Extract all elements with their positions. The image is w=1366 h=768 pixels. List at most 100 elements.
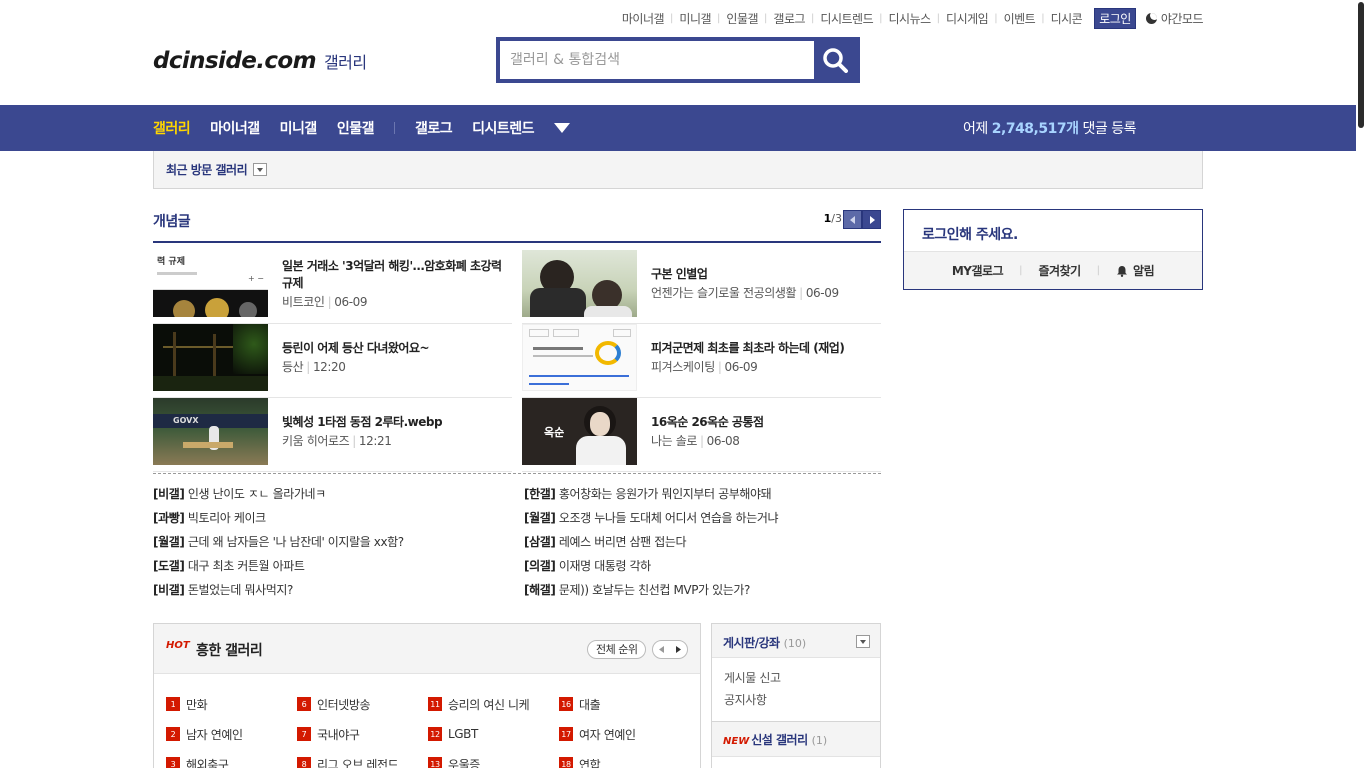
util-link-mini[interactable]: 미니갤 xyxy=(679,10,711,27)
concept-card[interactable]: GOVX 빛혜성 1타점 동점 2루타.webp 키움 히어로즈 | 12:21 xyxy=(153,398,512,472)
nav-more-icon[interactable] xyxy=(554,123,570,133)
list-item[interactable]: [과빵] 빅토리아 케이크 xyxy=(153,509,524,527)
notifications-label: 알림 xyxy=(1133,264,1155,278)
util-link-person[interactable]: 인물갤 xyxy=(726,10,758,27)
hot-gallery-item[interactable]: 3 해외축구 xyxy=(166,756,297,768)
hot-gallery-item[interactable]: 12 LGBT xyxy=(428,726,559,742)
login-button[interactable]: 로그인 xyxy=(1094,7,1136,29)
post-gallery: 비트코인 xyxy=(282,294,325,309)
utility-bar: 마이너갤 | 미니갤 | 인물갤 | 갤로그 | 디시트렌드 | 디시뉴스 | 디시게임 | … xyxy=(0,7,1204,29)
list-item[interactable]: [월갤] 오조갱 누나들 도대체 어디서 연습을 하는거냐 xyxy=(524,509,881,527)
hot-gallery-item[interactable]: 16 대출 xyxy=(559,696,690,712)
hot-gallery-item[interactable]: 18 연합 xyxy=(559,756,690,768)
post-title: 일본 거래소 '3억달러 해킹'…암호화폐 초강력 규제 xyxy=(282,258,502,290)
thumb-caption: 력 규제 xyxy=(157,257,185,267)
list-item[interactable]: [한갤] 홍어창화는 응원가가 뭐인지부터 공부해야돼 xyxy=(524,485,881,503)
page-scrollbar[interactable] xyxy=(1356,0,1366,768)
separator: | xyxy=(670,12,674,24)
list-item[interactable]: [비갤] 인생 난이도 ㅈㄴ 올라가네ㅋ xyxy=(153,485,524,503)
my-gallog-link[interactable]: MY갤로그 xyxy=(952,262,1004,279)
board-dropdown-button[interactable] xyxy=(856,635,870,648)
hot-next-button[interactable] xyxy=(670,641,687,658)
list-item[interactable]: [의갤] 이재명 대통령 각하 xyxy=(524,557,881,575)
separator: | xyxy=(936,12,941,24)
concept-pagination: 1/3 xyxy=(824,212,842,225)
stat-count: 2,748,517개 xyxy=(991,121,1079,137)
util-link-game[interactable]: 디시게임 xyxy=(946,10,989,27)
post-thumbnail: GOVX xyxy=(153,398,268,465)
util-link-news[interactable]: 디시뉴스 xyxy=(888,10,931,27)
list-item[interactable]: [삼갤] 레예스 버리면 삼팬 접는다 xyxy=(524,533,881,551)
util-link-event[interactable]: 이벤트 xyxy=(1004,10,1036,27)
bell-icon xyxy=(1117,265,1128,277)
nav-minor[interactable]: 마이너갤 xyxy=(210,118,260,138)
util-link-gallog[interactable]: 갤로그 xyxy=(773,10,805,27)
hot-prev-button[interactable] xyxy=(653,641,670,658)
separator: | xyxy=(879,12,883,24)
hot-gallery-item[interactable]: 1 만화 xyxy=(166,696,297,712)
night-mode-toggle[interactable]: 야간모드 xyxy=(1145,10,1204,27)
concept-card[interactable]: 력 규제 + − 일본 거래소 '3억달러 해킹'…암호화폐 초강력 규제 비트… xyxy=(153,250,512,324)
brand-name: dcinside.com xyxy=(153,48,317,74)
hot-gallery-item[interactable]: 7 국내야구 xyxy=(297,726,428,742)
hot-badge: HOT xyxy=(166,640,190,651)
search-input[interactable] xyxy=(500,41,814,79)
concept-card[interactable]: 등린이 어제 등산 다녀왔어요~ 등산 | 12:20 xyxy=(153,324,512,398)
list-item[interactable]: [비갤] 돈벌었는데 뭐사먹지? xyxy=(153,581,524,599)
site-logo[interactable]: dcinside.com 갤러리 xyxy=(153,48,367,74)
list-item[interactable]: [해갤] 문제)) 호날두는 친선컵 MVP가 있는가? xyxy=(524,581,881,599)
concept-text-list: [비갤] 인생 난이도 ㅈㄴ 올라가네ㅋ [한갤] 홍어창화는 응원가가 뭐인지… xyxy=(153,485,881,599)
prev-page-button[interactable] xyxy=(843,210,862,229)
post-date: 06-09 xyxy=(334,294,368,309)
hot-gallery-item[interactable]: 2 남자 연예인 xyxy=(166,726,297,742)
util-link-minor[interactable]: 마이너갤 xyxy=(622,10,665,27)
post-date: 06-09 xyxy=(724,360,758,374)
board-item-notice[interactable]: 공지사항 xyxy=(724,689,880,711)
notifications-link[interactable]: 알림 xyxy=(1116,262,1155,279)
list-item[interactable]: [도갤] 대구 최초 커튼월 아파트 xyxy=(153,557,524,575)
hot-gallery-item[interactable]: 6 인터넷방송 xyxy=(297,696,428,712)
concept-card[interactable]: 옥순 16옥순 26옥순 공통점 나는 솔로 | 06-08 xyxy=(522,398,881,472)
nav-trend[interactable]: 디시트렌드 xyxy=(472,118,534,138)
post-gallery: 키움 히어로즈 xyxy=(282,434,350,448)
search-button[interactable] xyxy=(814,41,856,79)
separator: | xyxy=(717,12,721,24)
board-title: 게시판/강좌 xyxy=(723,636,780,650)
stat-suffix: 댓글 등록 xyxy=(1082,121,1136,137)
scrollbar-thumb[interactable] xyxy=(1358,2,1364,128)
hot-gallery-item[interactable]: 17 여자 연예인 xyxy=(559,726,690,742)
thumb-caption: GOVX xyxy=(173,416,199,425)
util-link-trend[interactable]: 디시트렌드 xyxy=(820,10,873,27)
post-gallery: 피겨스케이팅 xyxy=(651,360,715,374)
recent-dropdown-button[interactable] xyxy=(253,163,268,176)
hot-gallery-item[interactable]: 13 우울증 xyxy=(428,756,559,768)
nav-gallog[interactable]: 갤로그 xyxy=(415,118,453,138)
concept-card[interactable]: 피겨군면제 최초를 최초라 하는데 (재업) 피겨스케이팅 | 06-09 xyxy=(522,324,881,398)
list-item[interactable]: [월갤] 근데 왜 남자들은 '나 남잔데' 이지랄을 xx함? xyxy=(153,533,524,551)
util-link-dccon[interactable]: 디시콘 xyxy=(1051,10,1083,27)
nav-person[interactable]: 인물갤 xyxy=(337,118,375,138)
post-thumbnail: 옥순 xyxy=(522,398,637,465)
hot-gallery-item[interactable]: 11 승리의 여신 니케 xyxy=(428,696,559,712)
login-prompt[interactable]: 로그인해 주세요. xyxy=(922,224,1018,244)
board-count: (10) xyxy=(783,637,807,650)
next-page-button[interactable] xyxy=(862,210,881,229)
board-item-report[interactable]: 게시물 신고 xyxy=(724,667,880,689)
nav-gallery[interactable]: 갤러리 xyxy=(153,118,191,138)
nav-mini[interactable]: 미니갤 xyxy=(280,118,318,138)
separator: | xyxy=(764,12,768,24)
page-total: /3 xyxy=(831,212,842,225)
recent-galleries: 최근 방문 갤러리 xyxy=(153,151,1203,189)
hot-pager xyxy=(652,640,688,659)
post-title: 피겨군면제 최초를 최초라 하는데 (재업) xyxy=(651,341,845,355)
concept-card[interactable]: 구본 인별업 언젠가는 슬기로울 전공의생활 | 06-09 xyxy=(522,250,881,324)
new-galleries-title: 신설 갤러리 xyxy=(751,733,808,747)
brand-sub: 갤러리 xyxy=(323,53,367,72)
post-title: 구본 인별업 xyxy=(651,267,708,281)
post-date: 06-08 xyxy=(706,434,740,448)
search-box xyxy=(496,37,860,83)
full-ranking-button[interactable]: 전체 순위 xyxy=(587,640,647,659)
new-galleries-header[interactable]: NEW 신설 갤러리 (1) xyxy=(712,721,880,757)
favorites-link[interactable]: 즐겨찾기 xyxy=(1039,262,1082,279)
hot-gallery-item[interactable]: 8 리그 오브 레전드 xyxy=(297,756,428,768)
